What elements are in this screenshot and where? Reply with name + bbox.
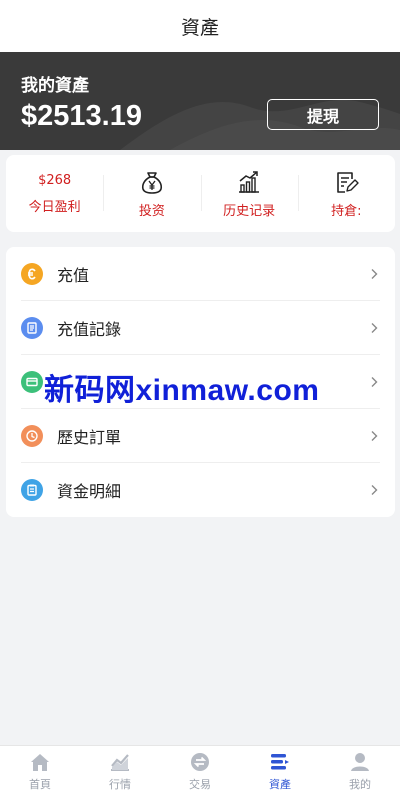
invest-label: 投资: [138, 203, 165, 219]
quick-actions: $268 今日盈利 投资 历史记录 持倉:: [6, 155, 395, 232]
menu-item-recharge[interactable]: 充值: [21, 247, 380, 301]
total-assets-amount: $2513.19: [21, 100, 142, 132]
document-edit-icon: [337, 171, 360, 193]
tab-label: 首頁: [29, 777, 51, 791]
fund-detail-icon: [21, 479, 43, 501]
holdings-label: 持倉:: [331, 203, 362, 219]
tab-assets[interactable]: 資產: [240, 746, 320, 796]
chevron-right-icon: [371, 268, 378, 279]
menu-label: 資金明細: [57, 482, 122, 501]
top-bar: 資產: [0, 0, 400, 52]
asset-menu: 充值 充值記錄 歷史訂單 資金明細: [6, 247, 395, 517]
menu-label: 充值記錄: [57, 319, 122, 339]
menu-label: 充值: [57, 265, 90, 285]
chevron-right-icon: [371, 322, 378, 333]
assets-icon: [271, 753, 289, 769]
clock-icon: [21, 424, 43, 447]
today-profit-value: $268: [38, 172, 72, 188]
tab-label: 我的: [349, 777, 371, 791]
menu-item-fund-details[interactable]: 資金明細: [21, 463, 380, 517]
tab-profile[interactable]: 我的: [320, 746, 400, 796]
tab-label: 資產: [269, 777, 291, 791]
menu-item-history-orders[interactable]: 歷史訂單: [21, 409, 380, 463]
menu-item-card[interactable]: [21, 355, 380, 409]
history-action[interactable]: 历史记录: [200, 155, 298, 232]
trade-icon: [191, 752, 209, 771]
market-icon: [111, 753, 129, 771]
chevron-right-icon: [371, 485, 378, 495]
card-icon: [21, 370, 43, 393]
tab-home[interactable]: 首頁: [0, 746, 80, 796]
chart-growth-icon: [239, 170, 260, 193]
withdraw-button[interactable]: 提現: [267, 99, 379, 130]
history-label: 历史记录: [223, 203, 276, 219]
my-assets-label: 我的資產: [21, 76, 89, 96]
holdings-action[interactable]: 持倉:: [297, 155, 395, 232]
page-title: 資產: [180, 16, 219, 39]
invest-action[interactable]: 投资: [103, 155, 200, 232]
tab-label: 行情: [109, 777, 131, 791]
tab-market[interactable]: 行情: [80, 746, 160, 796]
today-profit: $268 今日盈利: [6, 155, 103, 232]
chevron-right-icon: [371, 430, 378, 441]
menu-item-recharge-record[interactable]: 充值記錄: [21, 301, 380, 355]
recharge-record-icon: [21, 316, 43, 339]
today-profit-label: 今日盈利: [28, 199, 81, 215]
user-icon: [351, 752, 369, 771]
menu-label: 歷史訂單: [57, 427, 122, 447]
home-icon: [31, 753, 49, 771]
recharge-icon: [21, 262, 43, 285]
tab-trade[interactable]: 交易: [160, 746, 240, 796]
chevron-right-icon: [371, 376, 378, 387]
asset-hero: 我的資產 $2513.19 提現: [0, 52, 400, 150]
tab-label: 交易: [189, 777, 211, 791]
money-bag-icon: [141, 171, 162, 194]
bottom-tab-bar: 首頁 行情 交易 資產 我的: [0, 745, 400, 796]
